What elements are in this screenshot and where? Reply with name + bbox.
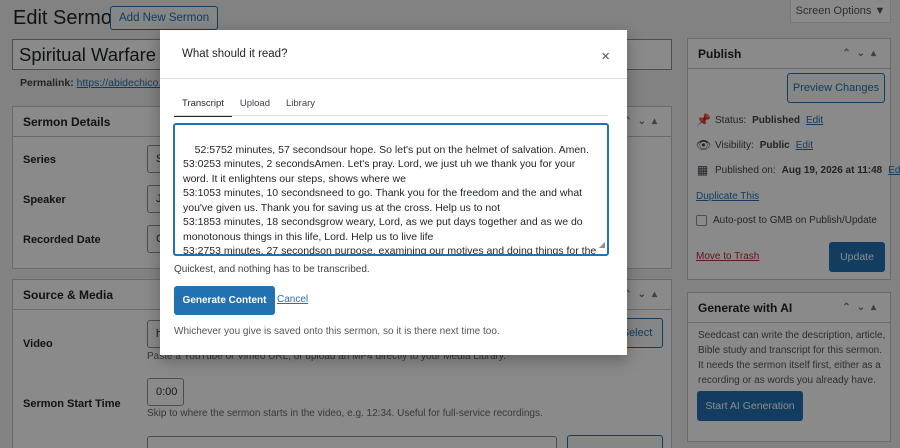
transcript-text: 52:5752 minutes, 57 secondsour hope. So … [183,143,597,256]
generate-content-button[interactable]: Generate Content [174,286,275,315]
cancel-link[interactable]: Cancel [277,294,308,305]
resize-handle-icon[interactable]: ◢ [599,238,605,253]
transcript-hint: Quickest, and nothing has to be transcri… [174,264,370,275]
transcript-modal: What should it read? × Transcript Upload… [160,30,627,355]
modal-title: What should it read? [182,48,288,60]
tabs-divider [174,115,608,116]
close-icon[interactable]: × [601,48,610,65]
modal-divider [160,78,627,79]
transcript-textarea[interactable]: 52:5752 minutes, 57 secondsour hope. So … [173,123,609,256]
modal-footer-note: Whichever you give is saved onto this se… [174,326,500,337]
